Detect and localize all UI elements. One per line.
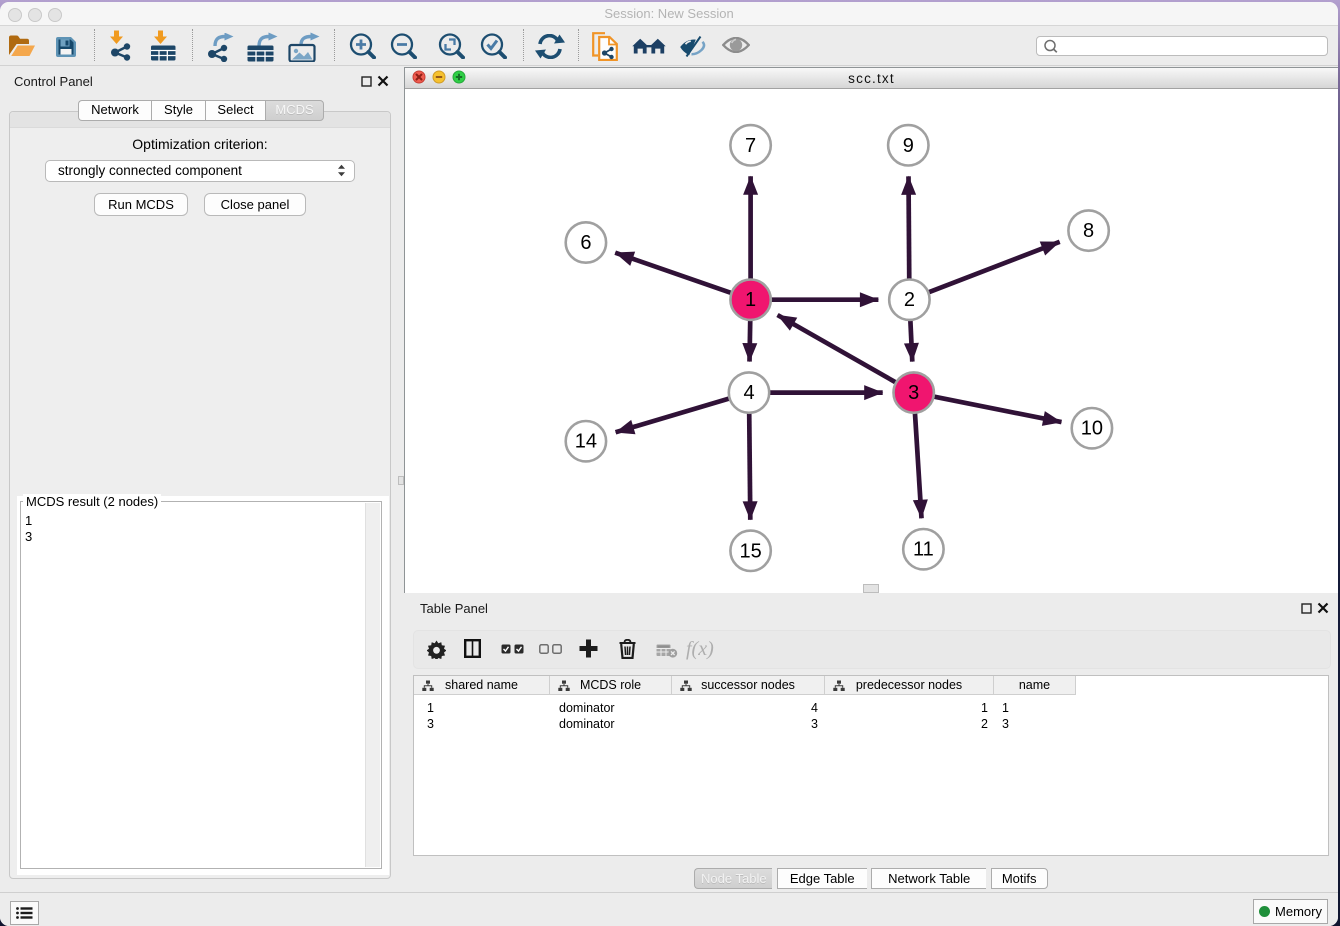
svg-text:4: 4 bbox=[743, 382, 754, 404]
svg-text:8: 8 bbox=[1083, 220, 1094, 242]
svg-text:15: 15 bbox=[739, 540, 761, 562]
svg-text:14: 14 bbox=[575, 431, 597, 453]
svg-text:6: 6 bbox=[580, 232, 591, 254]
svg-text:1: 1 bbox=[745, 289, 756, 311]
svg-text:10: 10 bbox=[1081, 418, 1103, 440]
svg-text:3: 3 bbox=[908, 382, 919, 404]
svg-text:9: 9 bbox=[903, 135, 914, 157]
svg-text:2: 2 bbox=[904, 289, 915, 311]
svg-text:11: 11 bbox=[913, 539, 934, 561]
svg-text:7: 7 bbox=[745, 135, 756, 157]
